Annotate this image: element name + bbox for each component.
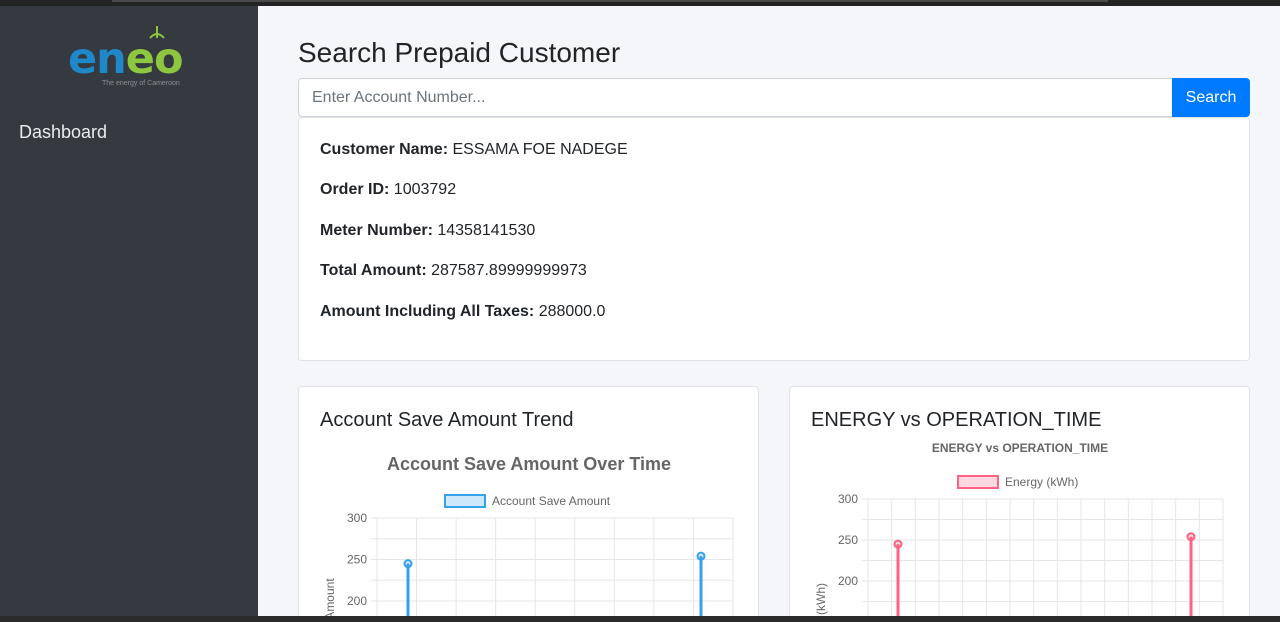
y-tick-label: 300: [347, 511, 367, 525]
logo-tagline: The energy of Cameroon: [102, 80, 180, 87]
y-tick-label: 200: [347, 594, 367, 608]
amount-taxes-label: Amount Including All Taxes:: [320, 303, 535, 320]
customer-name-value: ESSAMA FOE NADEGE: [452, 141, 628, 158]
eneo-logo[interactable]: eneo The energy of Cameroon: [68, 24, 198, 94]
y-tick-label: 250: [838, 533, 858, 547]
order-id-value: 1003792: [393, 181, 457, 198]
sidebar: eneo The energy of Cameroon Dashboard: [0, 6, 258, 616]
total-amount-label: Total Amount:: [320, 262, 427, 279]
total-amount-value: 287587.89999999973: [431, 262, 587, 279]
y-tick-label: 250: [347, 553, 367, 567]
data-point: [893, 539, 903, 549]
page-title: Search Prepaid Customer: [298, 37, 621, 68]
y-axis-label: (kWh): [814, 583, 828, 615]
customer-name-row: Customer Name: ESSAMA FOE NADEGE: [320, 141, 628, 159]
amount-taxes-value: 288000.0: [538, 303, 606, 320]
order-id-label: Order ID:: [320, 181, 390, 198]
search-button[interactable]: Search: [1172, 78, 1250, 117]
meter-number-row: Meter Number: 14358141530: [320, 222, 535, 240]
energy-chart[interactable]: ENERGY vs OPERATION_TIME Energy (kWh) 300 2…: [790, 387, 1251, 616]
amount-taxes-row: Amount Including All Taxes: 288000.0: [320, 303, 605, 321]
taskbar-strip: [0, 616, 1280, 622]
legend-label: Account Save Amount: [492, 494, 611, 508]
data-point: [1186, 532, 1196, 542]
data-point: [403, 559, 413, 569]
account-number-input[interactable]: [298, 78, 1172, 117]
logo-wordmark: eneo: [68, 34, 184, 84]
y-tick-label: 200: [838, 574, 858, 588]
customer-info-card: Customer Name: ESSAMA FOE NADEGE Order I…: [298, 117, 1250, 361]
y-axis-label: Amount: [323, 578, 337, 616]
save-amount-chart[interactable]: Account Save Amount Over TimeAccount Sav…: [299, 387, 760, 616]
energy-chart-card: ENERGY vs OPERATION_TIME ENERGY vs OPERA…: [789, 386, 1250, 616]
y-tick-label: 300: [838, 492, 858, 506]
meter-number-value: 14358141530: [437, 222, 536, 239]
customer-name-label: Customer Name:: [320, 141, 449, 158]
chart-title: Account Save Amount Over Time: [387, 454, 671, 474]
legend-swatch: [957, 475, 999, 489]
save-amount-chart-card: Account Save Amount Trend Account Save A…: [298, 386, 759, 616]
legend-label: Energy (kWh): [1005, 475, 1078, 489]
sidebar-item-dashboard[interactable]: Dashboard: [19, 122, 107, 143]
main-content: Search Prepaid Customer Search Customer …: [258, 6, 1280, 616]
order-id-row: Order ID: 1003792: [320, 181, 456, 199]
data-point: [696, 551, 706, 561]
legend-swatch: [444, 494, 486, 508]
meter-number-label: Meter Number:: [320, 222, 433, 239]
chart-title: ENERGY vs OPERATION_TIME: [932, 441, 1108, 455]
total-amount-row: Total Amount: 287587.89999999973: [320, 262, 587, 280]
